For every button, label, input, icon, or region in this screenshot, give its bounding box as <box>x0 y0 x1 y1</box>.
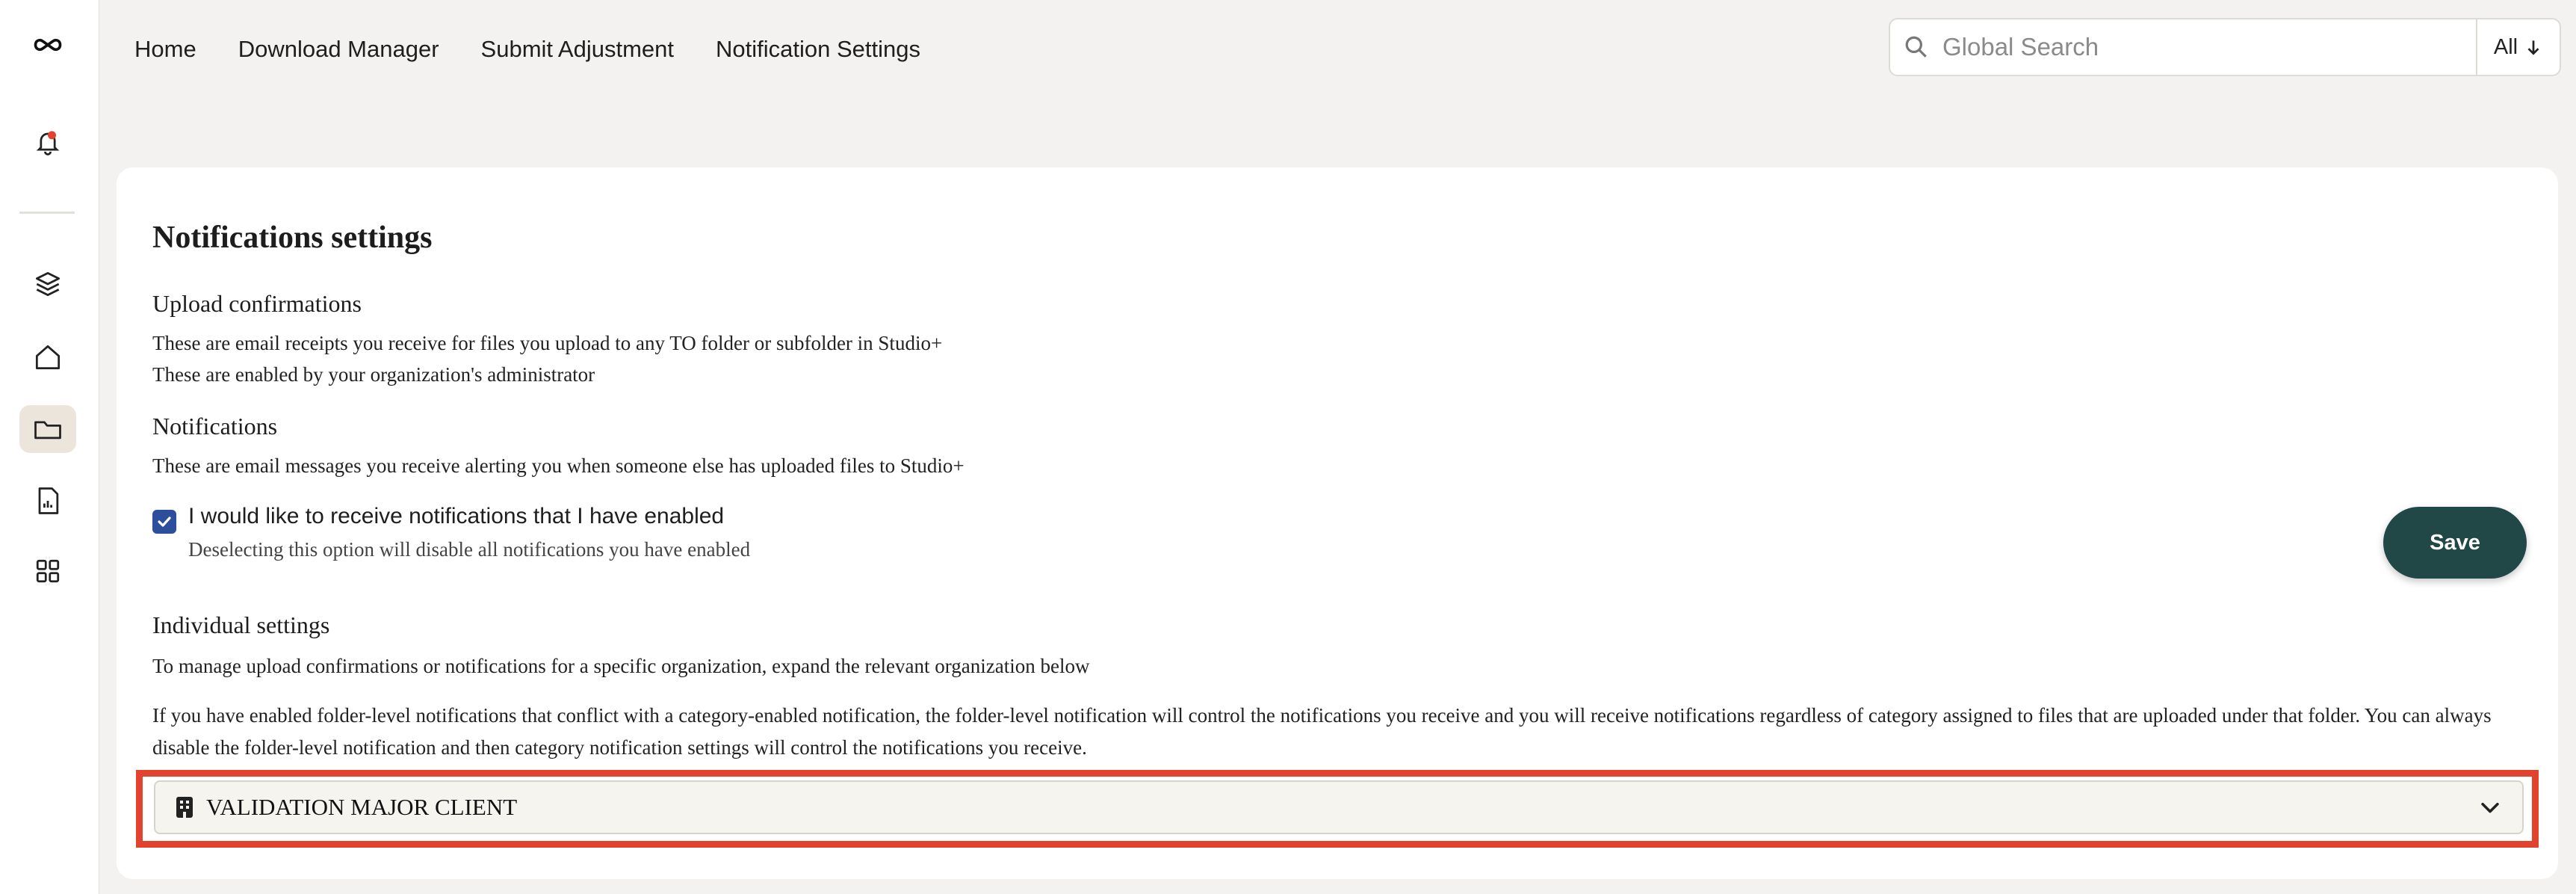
notifications-heading: Notifications <box>152 413 278 440</box>
search-icon <box>1890 34 1942 60</box>
search-scope-dropdown[interactable]: All <box>2476 19 2560 75</box>
individual-settings-heading: Individual settings <box>152 611 330 638</box>
organization-accordion[interactable]: VALIDATION MAJOR CLIENT <box>154 780 2524 834</box>
report-icon[interactable] <box>19 477 76 525</box>
upload-confirmations-admin-note: These are enabled by your organization's… <box>152 363 595 386</box>
upload-confirmations-heading: Upload confirmations <box>152 290 362 317</box>
nav-submit-adjustment[interactable]: Submit Adjustment <box>481 36 674 63</box>
building-icon <box>175 796 194 819</box>
organization-name: VALIDATION MAJOR CLIENT <box>206 794 518 820</box>
receive-notifications-label[interactable]: I would like to receive notifications th… <box>188 504 724 529</box>
home-icon[interactable] <box>19 333 76 381</box>
logo-icon[interactable] <box>19 21 76 69</box>
arrow-down-icon <box>2527 40 2539 55</box>
layers-icon[interactable] <box>19 260 76 308</box>
nav-notification-settings[interactable]: Notification Settings <box>716 36 920 63</box>
sidebar-divider <box>19 212 75 214</box>
top-nav: Home Download Manager Submit Adjustment … <box>134 31 962 67</box>
global-search: All <box>1889 18 2561 76</box>
nav-home[interactable]: Home <box>134 36 196 63</box>
grid-icon[interactable] <box>19 547 76 595</box>
chevron-down-icon[interactable] <box>2477 795 2503 820</box>
nav-download-manager[interactable]: Download Manager <box>238 36 439 63</box>
save-button[interactable]: Save <box>2383 507 2527 579</box>
folder-icon[interactable] <box>19 405 76 453</box>
check-icon <box>158 517 171 527</box>
folder-conflict-note: If you have enabled folder-level notific… <box>152 704 2492 759</box>
receive-notifications-checkbox[interactable] <box>152 510 176 534</box>
search-input[interactable] <box>1942 25 2476 70</box>
upload-confirmations-desc: These are email receipts you receive for… <box>152 332 943 354</box>
individual-settings-desc: To manage upload confirmations or notifi… <box>152 655 1090 677</box>
notifications-desc: These are email messages you receive ale… <box>152 454 965 477</box>
bell-icon[interactable] <box>19 118 76 166</box>
sidebar <box>0 0 99 894</box>
page-title: Notifications settings <box>152 221 433 255</box>
search-scope-label: All <box>2493 34 2518 59</box>
receive-notifications-hint: Deselecting this option will disable all… <box>188 538 751 561</box>
notifications-settings-card: Notifications settings Upload confirmati… <box>117 167 2558 879</box>
